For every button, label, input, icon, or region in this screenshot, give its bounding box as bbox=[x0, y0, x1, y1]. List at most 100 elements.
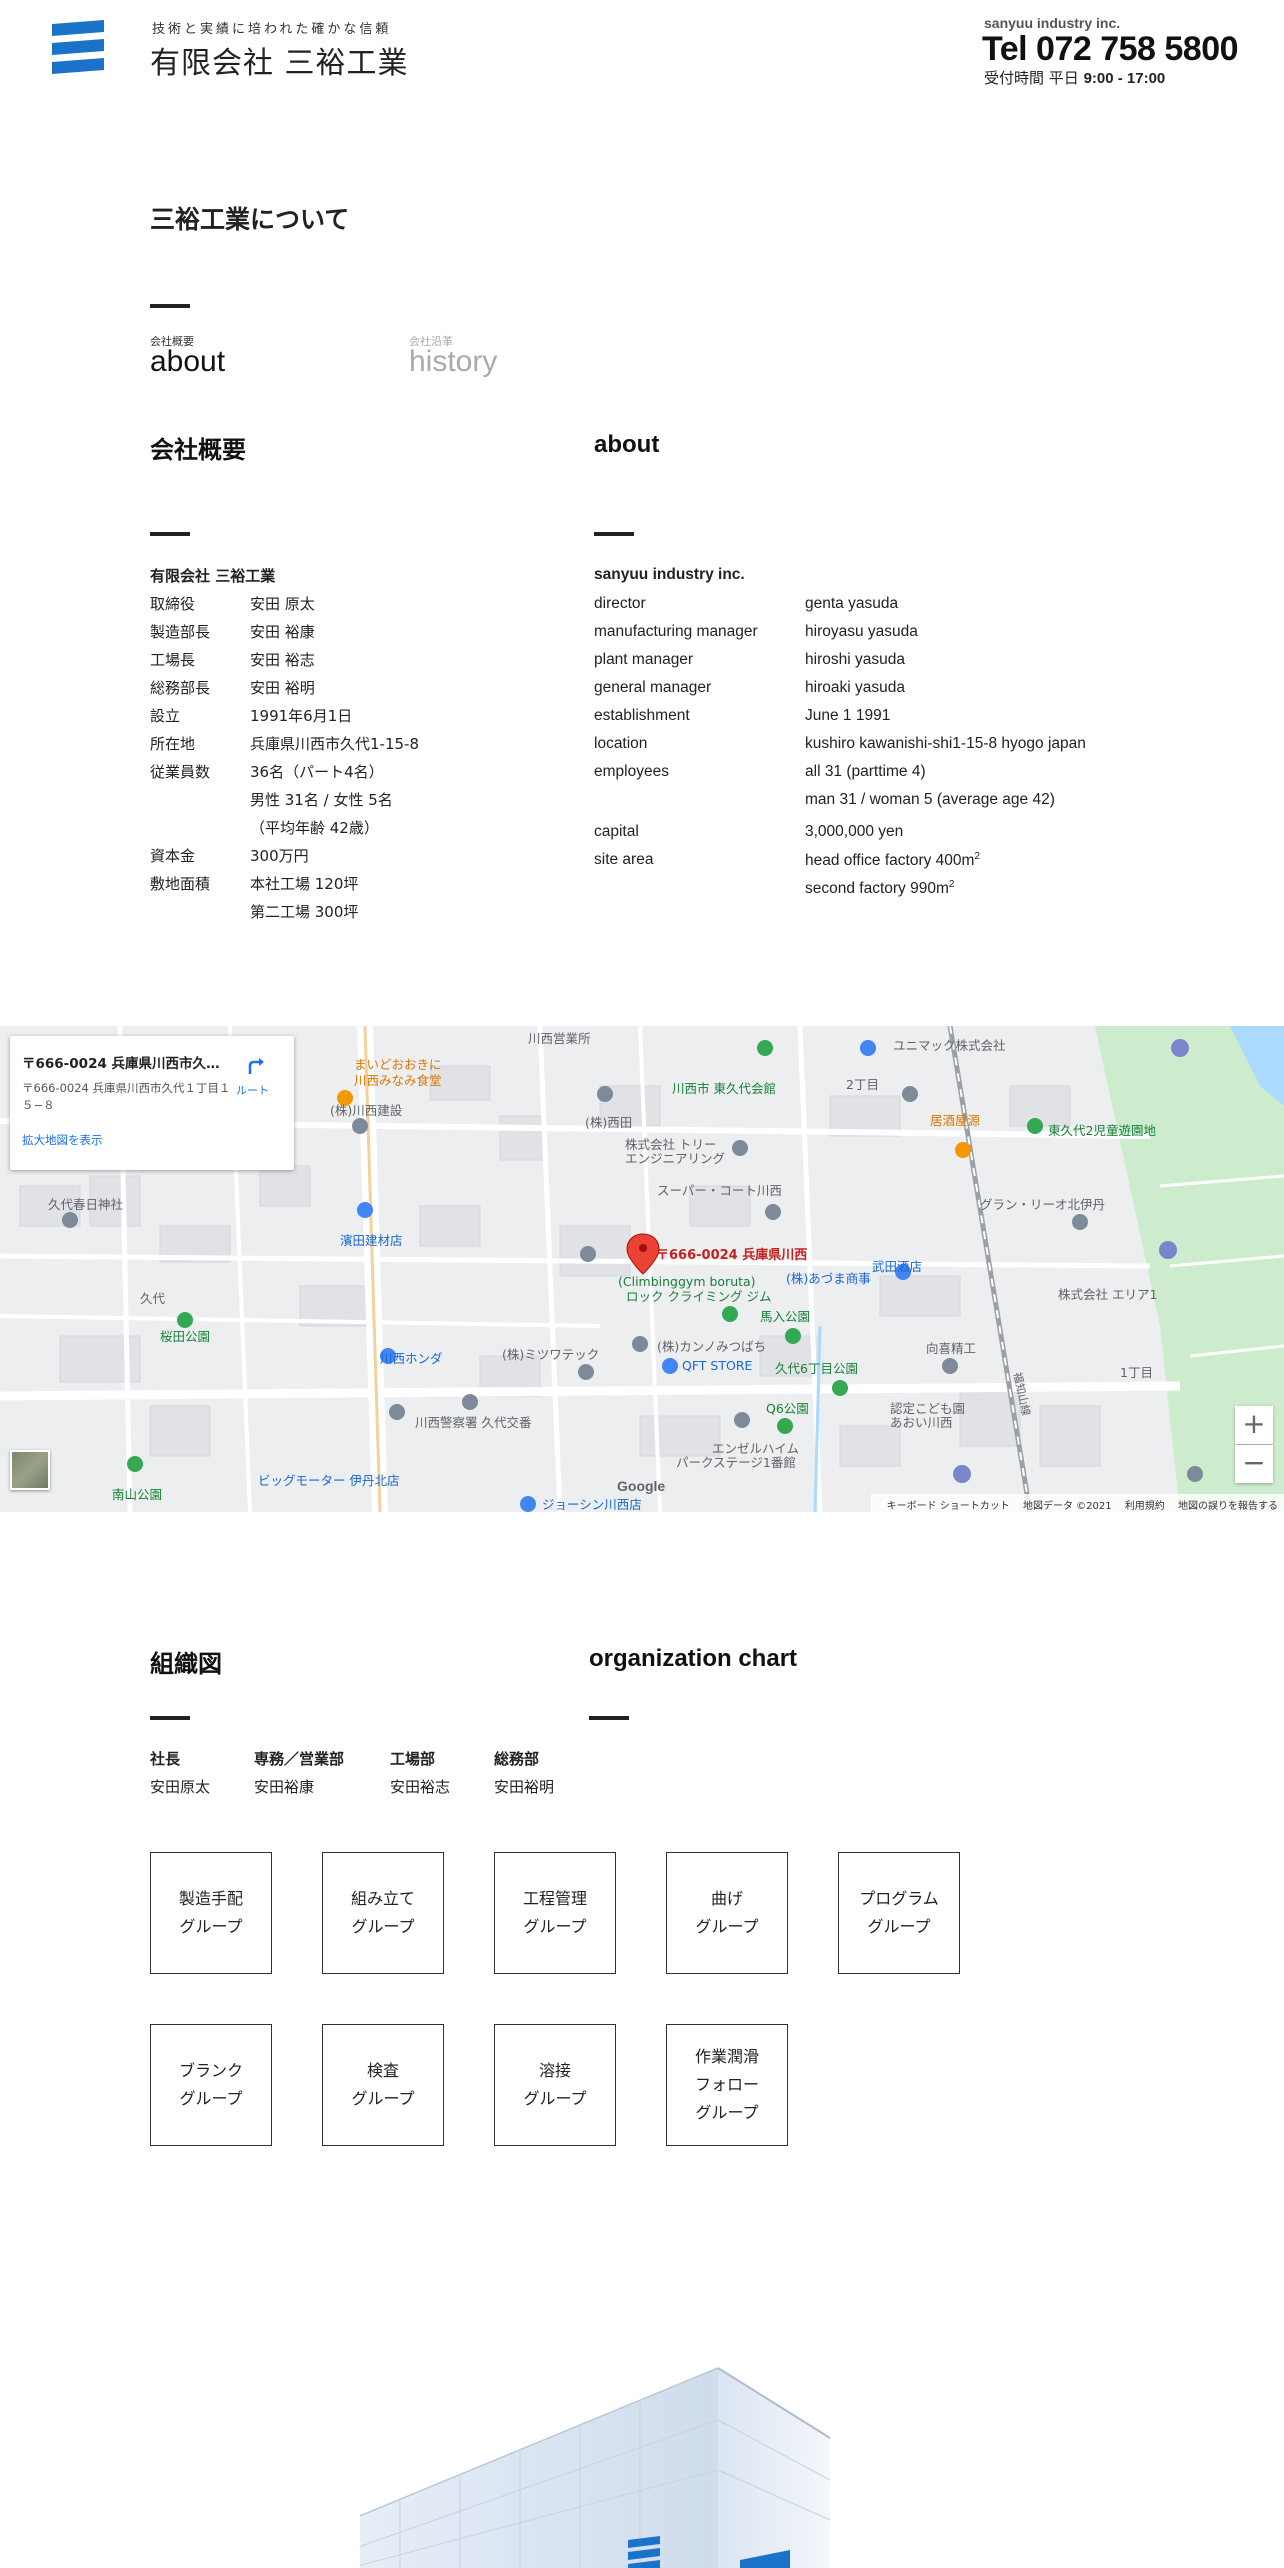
map-poi-label[interactable]: 1丁目 bbox=[1120, 1362, 1153, 1381]
terms-link[interactable]: 利用規約 bbox=[1125, 1501, 1165, 1512]
map-poi-label[interactable]: エンジニアリング bbox=[625, 1148, 725, 1167]
overview-row-en: site area head office factory 400m2 bbox=[594, 851, 1154, 873]
google-map[interactable]: 〒666-0024 兵庫県川西 川西営業所 ユニマック株式会社 まいどおおきに 川西み… bbox=[0, 1026, 1284, 1512]
overview-row-en: plant manager hiroshi yasuda bbox=[594, 651, 1154, 673]
row-value: second factory 990m2 bbox=[805, 879, 955, 898]
section-bar bbox=[150, 1716, 190, 1720]
map-poi-label[interactable]: (株)ミツワテック bbox=[502, 1344, 599, 1363]
row-label: establishment bbox=[594, 707, 690, 724]
map-poi-label[interactable]: 久代春日神社 bbox=[48, 1194, 123, 1213]
row-value: 1991年6月1日 bbox=[250, 707, 353, 725]
overview-row-jp: 総務部長 安田 裕明 bbox=[150, 677, 510, 699]
row-label: location bbox=[594, 735, 648, 752]
map-poi-label[interactable]: スーパー・コート川西 bbox=[657, 1180, 782, 1199]
org-group-box: プログラム グループ bbox=[838, 1852, 960, 1974]
map-poi-label[interactable]: 久代6丁目公園 bbox=[775, 1358, 858, 1377]
map-poi-label[interactable]: ジョーシン川西店 bbox=[542, 1494, 642, 1512]
report-error-link[interactable]: 地図の誤りを報告する bbox=[1178, 1501, 1278, 1512]
overview-row-en: establishment June 1 1991 bbox=[594, 707, 1154, 729]
map-poi-label[interactable]: 川西市 東久代会館 bbox=[672, 1078, 776, 1097]
row-value: head office factory 400m2 bbox=[805, 851, 981, 870]
org-heading-en: organization chart bbox=[589, 1645, 798, 1672]
zoom-in-button[interactable]: + bbox=[1235, 1406, 1273, 1444]
enlarge-map-link[interactable]: 拡大地図を表示 bbox=[22, 1132, 103, 1148]
map-poi-label[interactable]: 居酒屋源 bbox=[930, 1110, 980, 1129]
org-group-box: 検査 グループ bbox=[322, 2024, 444, 2146]
map-poi-label[interactable]: ビッグモーター 伊丹北店 bbox=[258, 1470, 399, 1489]
row-value: hiroaki yasuda bbox=[805, 679, 905, 696]
map-pin-label[interactable]: 〒666-0024 兵庫県川西 bbox=[656, 1244, 807, 1263]
tab-about[interactable]: 会社概要 about bbox=[150, 333, 225, 379]
map-poi-label[interactable]: 2丁目 bbox=[846, 1074, 879, 1093]
map-poi-label[interactable]: パークステージ1番館 bbox=[676, 1452, 796, 1471]
route-button[interactable]: ルート bbox=[236, 1082, 269, 1098]
map-poi-label[interactable]: グラン・リーオ北伊丹 bbox=[980, 1194, 1105, 1213]
row-value: kushiro kawanishi-shi1-15-8 hyogo japan bbox=[805, 735, 1086, 752]
zoom-out-button[interactable]: − bbox=[1235, 1445, 1273, 1483]
map-poi-label[interactable]: ユニマック株式会社 bbox=[893, 1035, 1006, 1054]
row-label: site area bbox=[594, 851, 654, 868]
company-name[interactable]: 有限会社 三裕工業 bbox=[150, 38, 409, 82]
map-poi-label[interactable]: ロック クライミング ジム bbox=[626, 1286, 771, 1305]
map-poi-label[interactable]: 川西みなみ食堂 bbox=[354, 1070, 442, 1089]
row-label: manufacturing manager bbox=[594, 623, 758, 640]
satellite-toggle[interactable] bbox=[10, 1450, 50, 1490]
overview-row-en: general manager hiroaki yasuda bbox=[594, 679, 1154, 701]
org-group-box: 工程管理 グループ bbox=[494, 1852, 616, 1974]
org-role-name: 安田原太 bbox=[150, 1778, 211, 1796]
org-group-box: ブランク グループ bbox=[150, 2024, 272, 2146]
map-poi-label[interactable]: QFT STORE bbox=[682, 1358, 752, 1373]
section-bar bbox=[589, 1716, 629, 1720]
row-value: 安田 裕康 bbox=[250, 623, 315, 641]
row-value: 第二工場 300坪 bbox=[250, 903, 359, 921]
map-poi-label[interactable]: 濱田建材店 bbox=[340, 1230, 403, 1249]
map-poi-label[interactable]: 東久代2児童遊園地 bbox=[1048, 1120, 1156, 1139]
company-logo-icon[interactable] bbox=[52, 20, 104, 78]
map-poi-label[interactable]: (株)あづま商事 bbox=[786, 1268, 871, 1287]
org-group-box: 溶接 グループ bbox=[494, 2024, 616, 2146]
map-poi-label[interactable]: 桜田公園 bbox=[160, 1326, 210, 1345]
row-value: 安田 原太 bbox=[250, 595, 315, 613]
map-poi-label[interactable]: (株)川西建設 bbox=[330, 1100, 402, 1119]
row-label: capital bbox=[594, 823, 639, 840]
map-poi-label[interactable]: (株)西田 bbox=[585, 1112, 632, 1131]
row-value: （平均年齢 42歳） bbox=[250, 819, 379, 837]
row-label: director bbox=[594, 595, 646, 612]
map-poi-label[interactable]: 川西警察署 久代交番 bbox=[415, 1412, 531, 1431]
map-poi-label[interactable]: 向喜精工 bbox=[926, 1338, 976, 1357]
row-label: 工場長 bbox=[150, 651, 196, 669]
google-logo: Google bbox=[617, 1478, 666, 1494]
directions-icon[interactable] bbox=[246, 1054, 268, 1076]
row-value: 安田 裕明 bbox=[250, 679, 315, 697]
map-footer: キーボード ショートカット 地図データ ©2021 利用規約 地図の誤りを報告す… bbox=[870, 1494, 1284, 1512]
phone-number[interactable]: Tel 072 758 5800 bbox=[982, 30, 1239, 69]
map-card-address: 〒666-0024 兵庫県川西市久代１丁目１５−８ bbox=[22, 1081, 231, 1112]
map-poi-label[interactable]: 南山公園 bbox=[112, 1484, 162, 1503]
map-poi-label[interactable]: 川西ホンダ bbox=[380, 1348, 443, 1367]
row-label: 所在地 bbox=[150, 735, 196, 753]
keyboard-shortcuts-link[interactable]: キーボード ショートカット bbox=[887, 1501, 1010, 1512]
tab-history[interactable]: 会社沿革 history bbox=[409, 333, 497, 379]
map-poi-label[interactable]: 馬入公園 bbox=[760, 1306, 810, 1325]
row-value: hiroshi yasuda bbox=[805, 651, 905, 668]
row-label: 総務部長 bbox=[150, 679, 211, 697]
map-poi-label[interactable]: あおい川西 bbox=[890, 1412, 953, 1431]
map-poi-label[interactable]: (株)カンノみつばち bbox=[657, 1336, 766, 1355]
map-poi-label[interactable]: Q6公園 bbox=[766, 1398, 809, 1417]
row-value: man 31 / woman 5 (average age 42) bbox=[805, 791, 1055, 808]
map-poi-label[interactable]: 武田酒店 bbox=[872, 1256, 922, 1275]
org-group-box: 曲げ グループ bbox=[666, 1852, 788, 1974]
overview-row-en: manufacturing manager hiroyasu yasuda bbox=[594, 623, 1154, 645]
header-company-en: sanyuu industry inc. bbox=[984, 15, 1121, 31]
overview-company-jp: 有限会社 三裕工業 bbox=[150, 567, 276, 585]
row-label: 敷地面積 bbox=[150, 875, 211, 893]
row-value: all 31 (parttime 4) bbox=[805, 763, 926, 780]
map-poi-label[interactable]: 川西営業所 bbox=[528, 1028, 591, 1047]
row-label: 設立 bbox=[150, 707, 181, 725]
map-poi-label[interactable]: 株式会社 エリア1 bbox=[1058, 1284, 1157, 1303]
org-role-title: 社長 bbox=[150, 1750, 181, 1768]
row-value: hiroyasu yasuda bbox=[805, 623, 918, 640]
map-poi-label[interactable]: 久代 bbox=[140, 1288, 165, 1307]
overview-row-en: man 31 / woman 5 (average age 42) bbox=[594, 791, 1154, 813]
overview-row-en: director genta yasuda bbox=[594, 595, 1154, 617]
